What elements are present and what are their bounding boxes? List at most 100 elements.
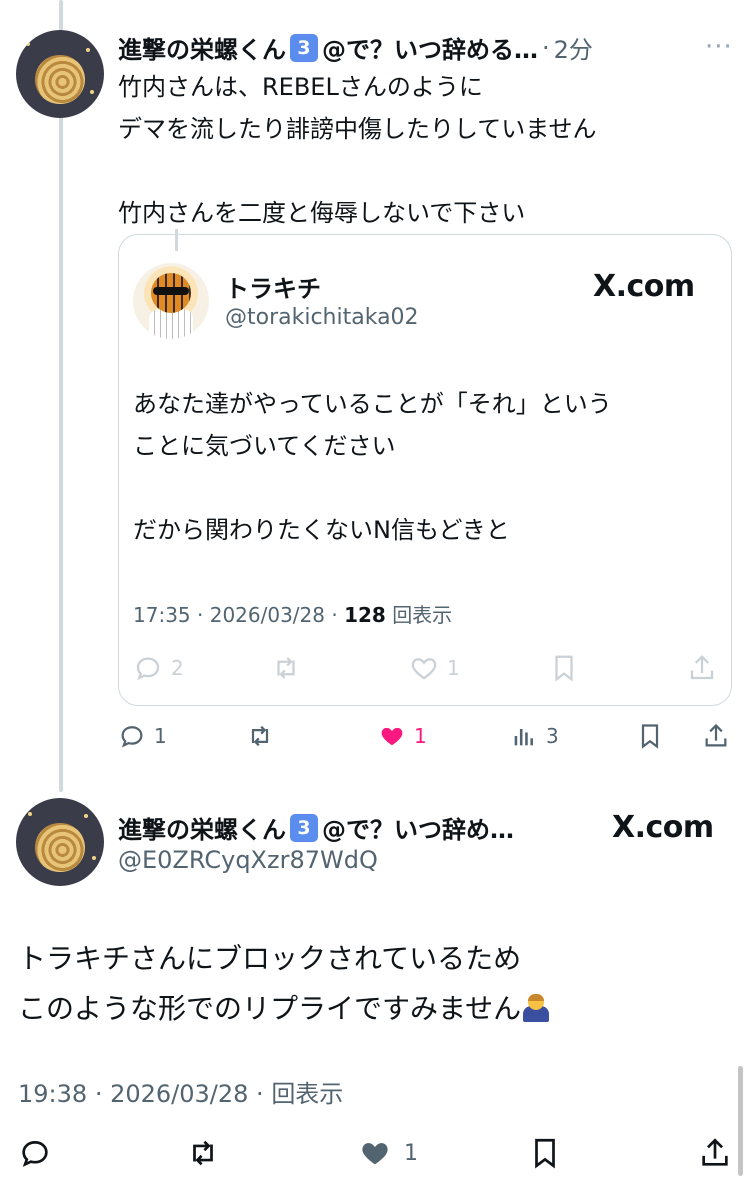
avatar-shell (35, 822, 85, 872)
avatar[interactable] (16, 30, 104, 118)
separator-dot: · (197, 603, 210, 627)
retweet-icon (193, 1140, 213, 1166)
quoted-text-line: ことに気づいてください (133, 432, 396, 460)
avatar-spark (86, 48, 90, 52)
separator-dot: · (331, 603, 345, 627)
bookmark-icon (641, 724, 659, 749)
user-handle[interactable]: @E0ZRCyqXzr87WdQ (118, 846, 378, 874)
post-time[interactable]: 19:38 (18, 1080, 87, 1108)
retweet-icon (251, 725, 269, 747)
quoted-text: あなた達がやっていることが「それ」という ことに気づいてください だから関わりた… (133, 383, 713, 551)
person-bowing-emoji (521, 992, 551, 1022)
share-button[interactable] (702, 722, 730, 750)
post-text-line: デマを流したり誹謗中傷したりしていません (118, 115, 597, 143)
views-button[interactable]: 3 (510, 722, 559, 750)
quoted-retweet-button[interactable] (271, 653, 301, 683)
like-button[interactable]: 1 (378, 722, 427, 750)
reply-icon (136, 657, 160, 681)
bookmark-icon (535, 1138, 555, 1169)
avatar-spark (92, 856, 96, 860)
bookmark-button[interactable] (528, 1136, 562, 1170)
heart-icon (411, 658, 437, 680)
like-count: 1 (404, 1140, 418, 1166)
display-name[interactable]: 進撃の栄螺くん (118, 30, 286, 65)
reply-count: 1 (154, 724, 167, 748)
reply-icon (22, 1141, 48, 1167)
heart-icon (381, 727, 403, 746)
display-name-suffix[interactable]: @で？いつ辞め… (322, 810, 514, 845)
share-icon (705, 723, 727, 747)
avatar-spark (84, 814, 88, 818)
quoted-time[interactable]: 17:35 (133, 603, 191, 627)
post-header: 進撃の栄螺くん 3 @で？いつ辞める… · 2分 (118, 30, 593, 65)
share-icon (690, 655, 714, 680)
post-header: 進撃の栄螺くん 3 @で？いつ辞め… (118, 810, 514, 845)
more-icon[interactable]: ··· (705, 32, 733, 62)
number-badge: 3 (290, 813, 318, 842)
quote-connector-line (175, 229, 178, 251)
heart-icon (362, 1143, 388, 1165)
avatar-body (149, 309, 193, 339)
quoted-action-bar: 2 1 (133, 653, 719, 689)
retweet-button[interactable] (186, 1136, 220, 1170)
quoted-like-count: 1 (447, 656, 460, 680)
views-count: 3 (546, 724, 559, 748)
reply-icon (121, 726, 143, 748)
quoted-views-count: 128 (344, 603, 386, 627)
reply-button[interactable]: 1 (118, 722, 167, 750)
reply-button[interactable] (18, 1136, 52, 1170)
post-text-line: トラキチさんにブロックされているため (18, 942, 522, 975)
post-action-bar: 1 1 3 (118, 722, 733, 758)
post-text-line: 竹内さんは、REBELさんのように (118, 73, 483, 101)
post-date[interactable]: 2026/03/28 (110, 1080, 248, 1108)
avatar[interactable] (16, 798, 104, 886)
avatar-glasses (153, 287, 189, 295)
like-count: 1 (414, 724, 427, 748)
separator-dot: · (94, 1080, 111, 1108)
post-meta: 19:38 · 2026/03/28 · 回表示 (18, 1074, 343, 1109)
views-icon (514, 729, 533, 746)
quoted-share-button[interactable] (687, 653, 717, 683)
quoted-meta: 17:35 · 2026/03/28 · 128 回表示 (133, 599, 452, 628)
post-text-line: 竹内さんを二度と侮辱しないで下さい (118, 199, 526, 227)
quoted-display-name[interactable]: トラキチ (225, 269, 321, 304)
thread-connector-line (59, 0, 63, 792)
quoted-reply-count: 2 (171, 656, 184, 680)
share-icon (702, 1138, 728, 1166)
quoted-text-line: だから関わりたくないN信もどきと (133, 516, 510, 544)
quoted-post-card[interactable]: トラキチ @torakichitaka02 X.com あなた達がやっていること… (118, 229, 732, 706)
share-button[interactable] (698, 1136, 732, 1170)
avatar-spark (90, 90, 94, 94)
retweet-icon (277, 657, 295, 679)
bookmark-icon (555, 655, 573, 682)
quoted-like-button[interactable]: 1 (409, 653, 460, 683)
bookmark-button[interactable] (636, 722, 664, 750)
post-action-bar: 1 (18, 1136, 730, 1176)
like-button[interactable]: 1 (358, 1136, 418, 1170)
avatar-shell (35, 54, 85, 104)
quoted-text-line: あなた達がやっていることが「それ」という (133, 390, 612, 418)
display-name[interactable]: 進撃の栄螺くん (118, 810, 286, 845)
avatar-spark (28, 812, 32, 816)
separator-dot: · (256, 1080, 272, 1108)
avatar-spark (26, 42, 30, 46)
quoted-views-label: 回表示 (392, 603, 453, 627)
post-text: 竹内さんは、REBELさんのように デマを流したり誹謗中傷したりしていません 竹… (118, 66, 733, 234)
quoted-handle[interactable]: @torakichitaka02 (225, 305, 419, 330)
post-time[interactable]: 2分 (554, 30, 593, 65)
x-com-logo: X.com (593, 269, 695, 304)
quoted-avatar[interactable] (133, 263, 209, 339)
number-badge: 3 (290, 33, 318, 62)
post-text-line: このような形でのリプライですみません (18, 992, 522, 1025)
quoted-reply-button[interactable]: 2 (133, 653, 184, 683)
scrollbar[interactable] (738, 1066, 743, 1176)
quoted-bookmark-button[interactable] (549, 653, 579, 683)
retweet-button[interactable] (246, 722, 274, 750)
display-name-suffix[interactable]: @で？いつ辞める… (322, 30, 538, 65)
post-text: トラキチさんにブロックされているため このような形でのリプライですみません (18, 934, 728, 1034)
views-label: 回表示 (271, 1080, 344, 1108)
separator-dot: · (542, 33, 550, 62)
quoted-date[interactable]: 2026/03/28 (210, 603, 325, 627)
